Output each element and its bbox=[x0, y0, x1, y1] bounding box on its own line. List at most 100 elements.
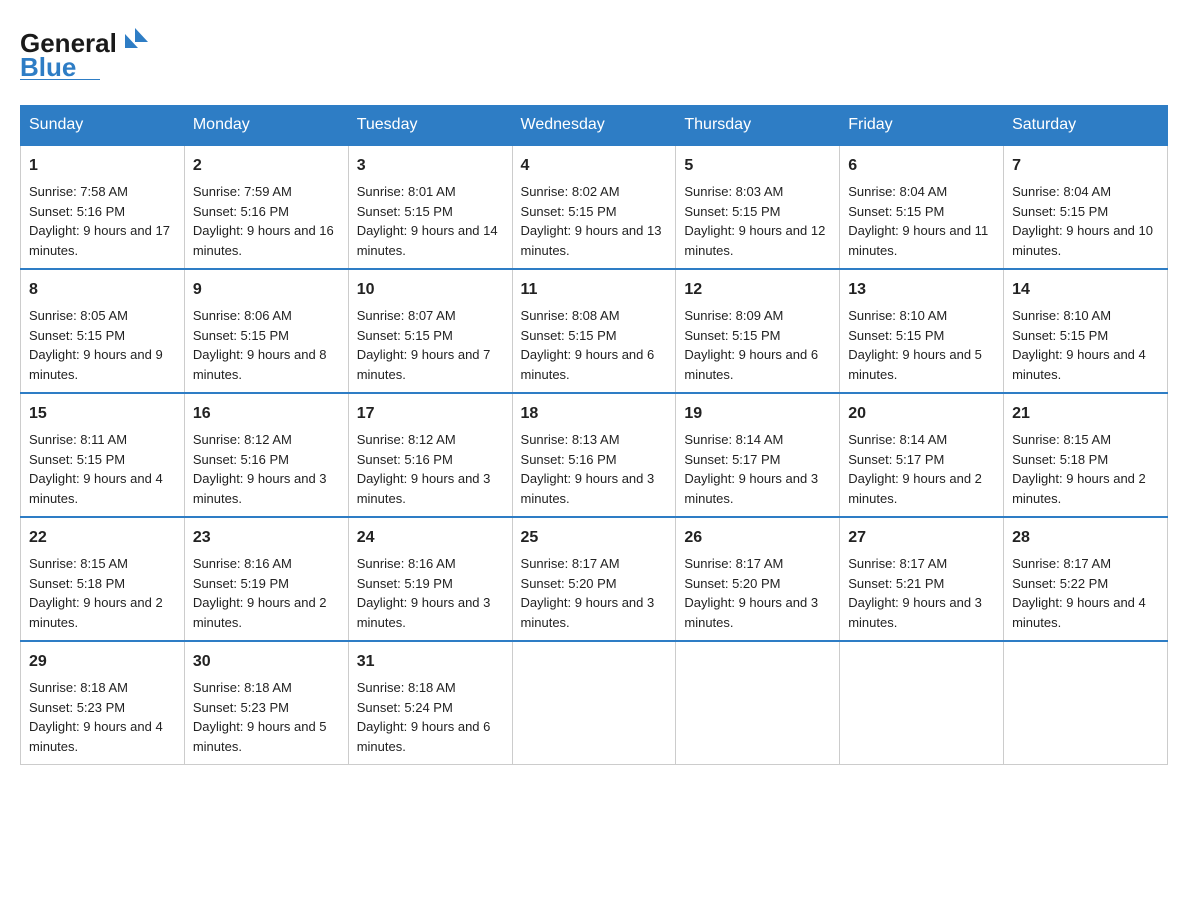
calendar-day-cell: 20 Sunrise: 8:14 AMSunset: 5:17 PMDayligh… bbox=[840, 393, 1004, 517]
calendar-week-row: 29 Sunrise: 8:18 AMSunset: 5:23 PMDayligh… bbox=[21, 641, 1168, 765]
day-info: Sunrise: 8:14 AMSunset: 5:17 PMDaylight:… bbox=[684, 432, 818, 506]
day-number: 12 bbox=[684, 278, 831, 302]
day-info: Sunrise: 8:18 AMSunset: 5:23 PMDaylight:… bbox=[29, 680, 163, 754]
day-number: 20 bbox=[848, 402, 995, 426]
day-number: 4 bbox=[521, 154, 668, 178]
calendar-day-cell: 9 Sunrise: 8:06 AMSunset: 5:15 PMDaylight… bbox=[184, 269, 348, 393]
day-info: Sunrise: 8:06 AMSunset: 5:15 PMDaylight:… bbox=[193, 308, 327, 382]
day-info: Sunrise: 8:18 AMSunset: 5:23 PMDaylight:… bbox=[193, 680, 327, 754]
day-info: Sunrise: 7:58 AMSunset: 5:16 PMDaylight:… bbox=[29, 184, 170, 258]
logo-text: General Blue bbox=[20, 20, 150, 85]
calendar-day-cell: 18 Sunrise: 8:13 AMSunset: 5:16 PMDayligh… bbox=[512, 393, 676, 517]
day-info: Sunrise: 8:11 AMSunset: 5:15 PMDaylight:… bbox=[29, 432, 163, 506]
calendar-day-cell: 7Sunrise: 8:04 AMSunset: 5:15 PMDaylight… bbox=[1004, 145, 1168, 269]
day-info: Sunrise: 8:18 AMSunset: 5:24 PMDaylight:… bbox=[357, 680, 491, 754]
calendar-day-cell: 2 Sunrise: 7:59 AMSunset: 5:16 PMDaylight… bbox=[184, 145, 348, 269]
day-number: 23 bbox=[193, 526, 340, 550]
day-info: Sunrise: 8:14 AMSunset: 5:17 PMDaylight:… bbox=[848, 432, 982, 506]
calendar-day-cell: 4 Sunrise: 8:02 AMSunset: 5:15 PMDaylight… bbox=[512, 145, 676, 269]
weekday-header-tuesday: Tuesday bbox=[348, 106, 512, 146]
day-number: 22 bbox=[29, 526, 176, 550]
day-number: 15 bbox=[29, 402, 176, 426]
weekday-header-row: SundayMondayTuesdayWednesdayThursdayFrid… bbox=[21, 106, 1168, 146]
weekday-header-saturday: Saturday bbox=[1004, 106, 1168, 146]
day-number: 21 bbox=[1012, 402, 1159, 426]
day-number: 10 bbox=[357, 278, 504, 302]
weekday-header-thursday: Thursday bbox=[676, 106, 840, 146]
calendar-day-cell: 26Sunrise: 8:17 AMSunset: 5:20 PMDayligh… bbox=[676, 517, 840, 641]
calendar-day-cell: 30 Sunrise: 8:18 AMSunset: 5:23 PMDayligh… bbox=[184, 641, 348, 765]
day-info: Sunrise: 8:03 AMSunset: 5:15 PMDaylight:… bbox=[684, 184, 825, 258]
day-info: Sunrise: 8:07 AMSunset: 5:15 PMDaylight:… bbox=[357, 308, 491, 382]
calendar-day-cell: 17 Sunrise: 8:12 AMSunset: 5:16 PMDayligh… bbox=[348, 393, 512, 517]
calendar-week-row: 22 Sunrise: 8:15 AMSunset: 5:18 PMDayligh… bbox=[21, 517, 1168, 641]
day-info: Sunrise: 8:16 AMSunset: 5:19 PMDaylight:… bbox=[357, 556, 491, 630]
day-number: 18 bbox=[521, 402, 668, 426]
day-info: Sunrise: 8:04 AMSunset: 5:15 PMDaylight:… bbox=[848, 184, 988, 258]
day-info: Sunrise: 7:59 AMSunset: 5:16 PMDaylight:… bbox=[193, 184, 334, 258]
day-number: 3 bbox=[357, 154, 504, 178]
day-number: 1 bbox=[29, 154, 176, 178]
calendar-day-cell: 13 Sunrise: 8:10 AMSunset: 5:15 PMDayligh… bbox=[840, 269, 1004, 393]
calendar-day-cell: 22 Sunrise: 8:15 AMSunset: 5:18 PMDayligh… bbox=[21, 517, 185, 641]
day-info: Sunrise: 8:16 AMSunset: 5:19 PMDaylight:… bbox=[193, 556, 327, 630]
day-number: 13 bbox=[848, 278, 995, 302]
day-info: Sunrise: 8:08 AMSunset: 5:15 PMDaylight:… bbox=[521, 308, 655, 382]
day-info: Sunrise: 8:10 AMSunset: 5:15 PMDaylight:… bbox=[848, 308, 982, 382]
calendar-week-row: 1 Sunrise: 7:58 AMSunset: 5:16 PMDaylight… bbox=[21, 145, 1168, 269]
calendar-day-cell: 29 Sunrise: 8:18 AMSunset: 5:23 PMDayligh… bbox=[21, 641, 185, 765]
weekday-header-sunday: Sunday bbox=[21, 106, 185, 146]
day-info: Sunrise: 8:10 AMSunset: 5:15 PMDaylight:… bbox=[1012, 308, 1146, 382]
day-info: Sunrise: 8:02 AMSunset: 5:15 PMDaylight:… bbox=[521, 184, 662, 258]
calendar-day-cell bbox=[512, 641, 676, 765]
day-number: 14 bbox=[1012, 278, 1159, 302]
day-number: 28 bbox=[1012, 526, 1159, 550]
day-number: 24 bbox=[357, 526, 504, 550]
day-number: 25 bbox=[521, 526, 668, 550]
day-info: Sunrise: 8:17 AMSunset: 5:20 PMDaylight:… bbox=[684, 556, 818, 630]
day-number: 11 bbox=[521, 278, 668, 302]
day-info: Sunrise: 8:12 AMSunset: 5:16 PMDaylight:… bbox=[357, 432, 491, 506]
calendar-week-row: 15 Sunrise: 8:11 AMSunset: 5:15 PMDayligh… bbox=[21, 393, 1168, 517]
day-info: Sunrise: 8:15 AMSunset: 5:18 PMDaylight:… bbox=[29, 556, 163, 630]
day-number: 17 bbox=[357, 402, 504, 426]
day-number: 2 bbox=[193, 154, 340, 178]
day-number: 6 bbox=[848, 154, 995, 178]
calendar-week-row: 8 Sunrise: 8:05 AMSunset: 5:15 PMDaylight… bbox=[21, 269, 1168, 393]
day-number: 8 bbox=[29, 278, 176, 302]
day-info: Sunrise: 8:05 AMSunset: 5:15 PMDaylight:… bbox=[29, 308, 163, 382]
day-number: 31 bbox=[357, 650, 504, 674]
day-info: Sunrise: 8:01 AMSunset: 5:15 PMDaylight:… bbox=[357, 184, 498, 258]
day-number: 9 bbox=[193, 278, 340, 302]
calendar-day-cell bbox=[840, 641, 1004, 765]
calendar-day-cell: 24 Sunrise: 8:16 AMSunset: 5:19 PMDayligh… bbox=[348, 517, 512, 641]
calendar-day-cell: 11 Sunrise: 8:08 AMSunset: 5:15 PMDayligh… bbox=[512, 269, 676, 393]
calendar-day-cell: 5Sunrise: 8:03 AMSunset: 5:15 PMDaylight… bbox=[676, 145, 840, 269]
day-info: Sunrise: 8:17 AMSunset: 5:22 PMDaylight:… bbox=[1012, 556, 1146, 630]
day-info: Sunrise: 8:04 AMSunset: 5:15 PMDaylight:… bbox=[1012, 184, 1153, 258]
page-header: General Blue bbox=[20, 20, 1168, 85]
calendar-day-cell bbox=[676, 641, 840, 765]
day-info: Sunrise: 8:17 AMSunset: 5:20 PMDaylight:… bbox=[521, 556, 655, 630]
day-number: 29 bbox=[29, 650, 176, 674]
calendar-day-cell: 12 Sunrise: 8:09 AMSunset: 5:15 PMDayligh… bbox=[676, 269, 840, 393]
day-info: Sunrise: 8:09 AMSunset: 5:15 PMDaylight:… bbox=[684, 308, 818, 382]
weekday-header-friday: Friday bbox=[840, 106, 1004, 146]
day-info: Sunrise: 8:13 AMSunset: 5:16 PMDaylight:… bbox=[521, 432, 655, 506]
calendar-table: SundayMondayTuesdayWednesdayThursdayFrid… bbox=[20, 105, 1168, 765]
calendar-day-cell: 6 Sunrise: 8:04 AMSunset: 5:15 PMDaylight… bbox=[840, 145, 1004, 269]
logo: General Blue bbox=[20, 20, 150, 85]
calendar-day-cell: 8 Sunrise: 8:05 AMSunset: 5:15 PMDaylight… bbox=[21, 269, 185, 393]
day-number: 30 bbox=[193, 650, 340, 674]
weekday-header-wednesday: Wednesday bbox=[512, 106, 676, 146]
calendar-day-cell: 21 Sunrise: 8:15 AMSunset: 5:18 PMDayligh… bbox=[1004, 393, 1168, 517]
day-info: Sunrise: 8:17 AMSunset: 5:21 PMDaylight:… bbox=[848, 556, 982, 630]
calendar-day-cell: 1 Sunrise: 7:58 AMSunset: 5:16 PMDaylight… bbox=[21, 145, 185, 269]
weekday-header-monday: Monday bbox=[184, 106, 348, 146]
day-number: 16 bbox=[193, 402, 340, 426]
calendar-day-cell: 15 Sunrise: 8:11 AMSunset: 5:15 PMDayligh… bbox=[21, 393, 185, 517]
calendar-day-cell: 10 Sunrise: 8:07 AMSunset: 5:15 PMDayligh… bbox=[348, 269, 512, 393]
calendar-day-cell: 28 Sunrise: 8:17 AMSunset: 5:22 PMDayligh… bbox=[1004, 517, 1168, 641]
calendar-day-cell: 3 Sunrise: 8:01 AMSunset: 5:15 PMDaylight… bbox=[348, 145, 512, 269]
day-info: Sunrise: 8:15 AMSunset: 5:18 PMDaylight:… bbox=[1012, 432, 1146, 506]
